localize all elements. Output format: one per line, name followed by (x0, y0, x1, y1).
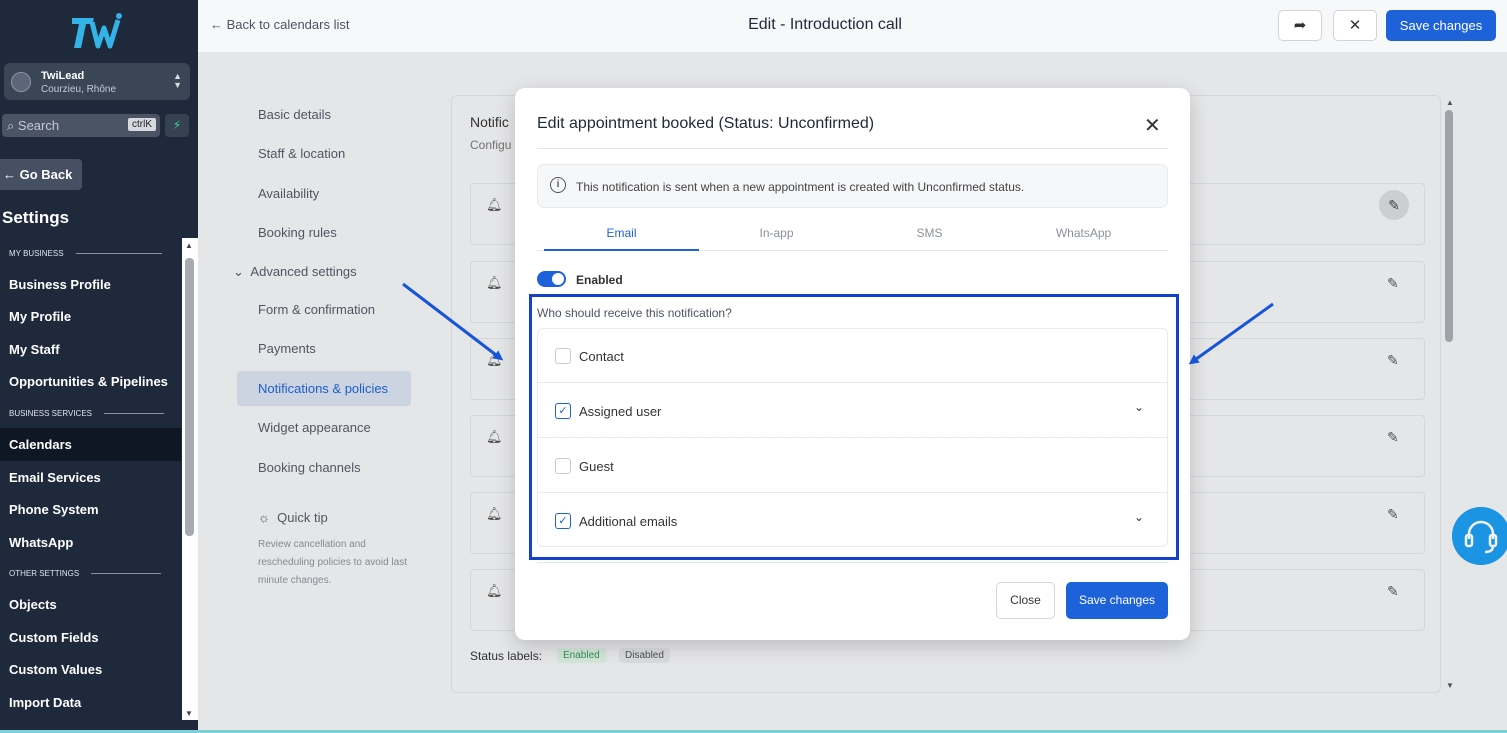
account-name: TwiLead (41, 70, 85, 82)
account-avatar (11, 72, 31, 92)
close-button[interactable]: Close (996, 582, 1055, 619)
section-business-services: BUSINESS SERVICES (9, 409, 164, 418)
nav-my-staff[interactable]: My Staff (9, 342, 60, 357)
tab-whatsapp[interactable]: WhatsApp (1006, 226, 1161, 240)
divider (537, 148, 1168, 149)
go-back-button[interactable]: ← Go Back (0, 159, 82, 190)
sidebar: TwiLead Courzieu, Rhône ▲ ▼ ⌕ Search ctrl… (0, 0, 198, 733)
enabled-toggle[interactable] (537, 271, 566, 287)
tab-email[interactable]: Email (544, 226, 699, 240)
twilead-logo[interactable] (70, 12, 126, 50)
search-placeholder: Search (17, 118, 60, 133)
chevron-updown-icon: ▲ ▼ (173, 71, 182, 90)
info-text: This notification is sent when a new app… (576, 180, 1025, 194)
tab-in-app[interactable]: In-app (699, 226, 854, 240)
nav-custom-fields[interactable]: Custom Fields (9, 630, 99, 645)
enabled-label: Enabled (576, 273, 623, 287)
settings-title: Settings (2, 208, 70, 227)
nav-custom-values[interactable]: Custom Values (9, 662, 102, 677)
nav-email-services[interactable]: Email Services (9, 470, 101, 485)
sidebar-scrollbar-thumb[interactable] (185, 258, 194, 536)
info-banner: i This notification is sent when a new a… (537, 164, 1168, 208)
modal-title: Edit appointment booked (Status: Unconfi… (537, 115, 875, 132)
divider (537, 562, 1168, 563)
scroll-down-icon[interactable]: ▼ (185, 709, 193, 718)
nav-objects[interactable]: Objects (9, 597, 57, 612)
scroll-up-icon[interactable]: ▲ (185, 241, 193, 250)
modal-save-changes-button[interactable]: Save changes (1066, 582, 1168, 619)
share-icon[interactable]: ➦ (1278, 10, 1322, 41)
page-title: Edit - Introduction call (748, 16, 902, 33)
nav-whatsapp[interactable]: WhatsApp (9, 535, 73, 550)
annotation-highlight-box (529, 294, 1179, 560)
tab-sms[interactable]: SMS (852, 226, 1007, 240)
close-icon[interactable]: ✕ (1144, 113, 1161, 138)
lightning-icon[interactable]: ⚡ (165, 114, 189, 137)
account-switcher[interactable]: TwiLead Courzieu, Rhône ▲ ▼ (4, 63, 190, 100)
nav-business-profile[interactable]: Business Profile (9, 277, 111, 292)
top-bar: ← Back to calendars list Edit - Introduc… (198, 0, 1507, 53)
search-box[interactable]: ⌕ Search ctrlK (2, 114, 160, 137)
account-location: Courzieu, Rhône (41, 84, 117, 95)
nav-calendars[interactable]: Calendars (9, 437, 72, 452)
active-tab-indicator (544, 249, 699, 251)
nav-import-data[interactable]: Import Data (9, 695, 81, 710)
search-shortcut: ctrlK (128, 118, 156, 131)
nav-opportunities[interactable]: Opportunities & Pipelines (9, 374, 168, 389)
section-my-business: MY BUSINESS (9, 249, 162, 258)
search-icon: ⌕ Search (7, 118, 60, 133)
save-changes-button[interactable]: Save changes (1386, 10, 1496, 41)
nav-my-profile[interactable]: My Profile (9, 309, 71, 324)
section-other-settings: OTHER SETTINGS (9, 569, 162, 578)
info-icon: i (550, 177, 566, 193)
tools-icon[interactable]: ✕ (1333, 10, 1377, 41)
nav-phone-system[interactable]: Phone System (9, 502, 99, 517)
